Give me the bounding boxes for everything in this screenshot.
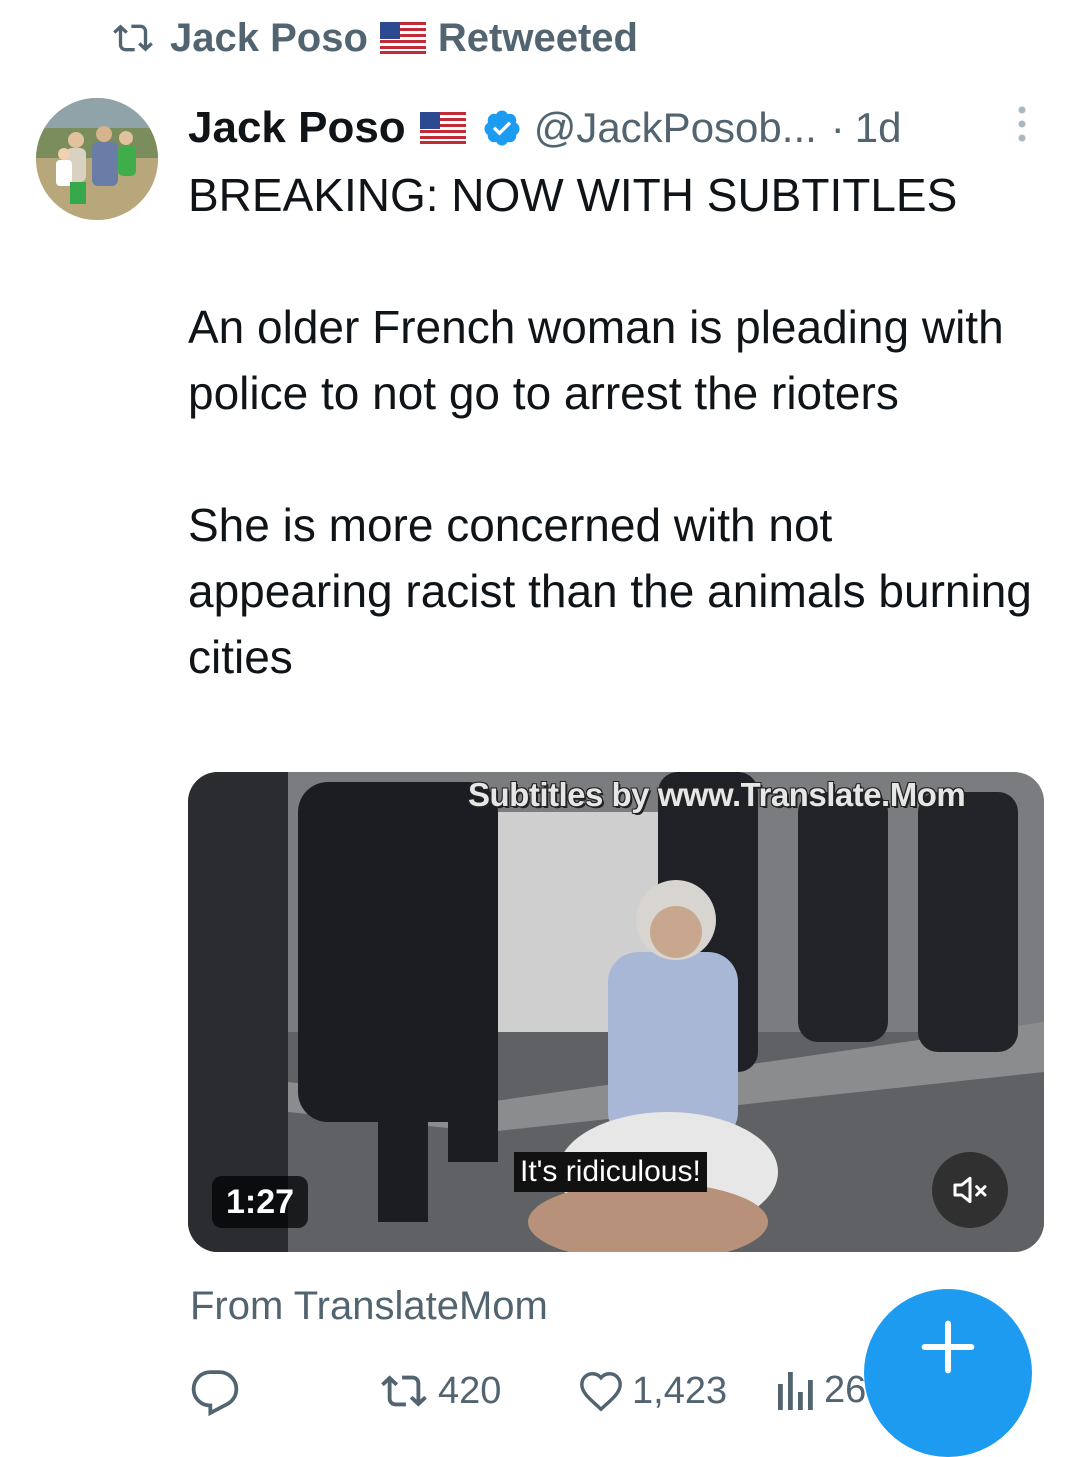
- tweet-text: BREAKING: NOW WITH SUBTITLES An older Fr…: [188, 169, 1032, 683]
- reply-icon: [191, 1370, 239, 1417]
- us-flag-icon: [419, 112, 466, 144]
- like-count: 1,423: [632, 1369, 728, 1412]
- view-count: 26: [824, 1368, 867, 1411]
- reply-button[interactable]: [190, 1368, 240, 1418]
- retweet-icon: [381, 1375, 427, 1407]
- compose-button[interactable]: [864, 1289, 1032, 1457]
- retweet-icon: [113, 24, 153, 52]
- verified-badge-icon: [484, 110, 520, 146]
- user-handle[interactable]: @JackPosob...: [534, 104, 817, 152]
- media-source[interactable]: From TranslateMom: [190, 1284, 548, 1329]
- timestamp[interactable]: 1d: [855, 104, 902, 152]
- views-icon: [778, 1372, 813, 1410]
- retweeter-name: Jack Poso: [170, 15, 368, 60]
- retweeted-label: Retweeted: [437, 15, 638, 60]
- video-player[interactable]: Subtitles by www.Translate.Mom It's ridi…: [188, 772, 1044, 1252]
- us-flag-icon: [379, 22, 426, 54]
- like-button[interactable]: 1,423: [578, 1368, 727, 1414]
- retweet-button[interactable]: 420: [378, 1368, 501, 1414]
- speaker-muted-icon: [953, 1176, 987, 1204]
- display-name[interactable]: Jack Poso: [188, 103, 406, 153]
- separator-dot: ·: [830, 104, 845, 151]
- avatar-photo: [36, 98, 158, 220]
- heart-icon: [580, 1372, 622, 1412]
- more-vertical-icon[interactable]: [1012, 104, 1032, 144]
- video-watermark: Subtitles by www.Translate.Mom: [468, 776, 966, 813]
- video-subtitle: It's ridiculous!: [514, 1152, 707, 1192]
- mute-button[interactable]: [932, 1152, 1008, 1228]
- tweet-header: Jack Poso @JackPosob... · 1d: [188, 98, 1048, 158]
- retweet-count: 420: [438, 1369, 502, 1412]
- avatar[interactable]: [36, 98, 158, 220]
- views-button[interactable]: 26: [776, 1368, 866, 1412]
- retweet-context[interactable]: Jack Poso Retweeted: [110, 10, 638, 66]
- video-duration: 1:27: [212, 1176, 309, 1228]
- plus-icon: [921, 1320, 975, 1374]
